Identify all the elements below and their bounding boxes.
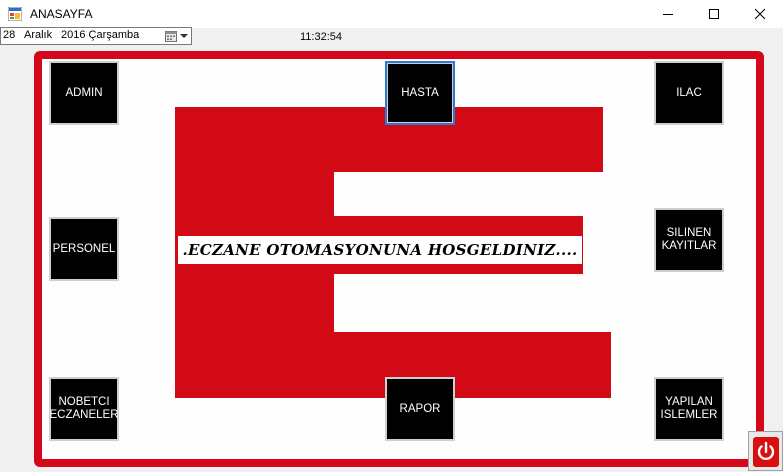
app-form-icon	[8, 7, 22, 21]
date-month: Aralık	[24, 29, 53, 41]
yapilan-islemler-button[interactable]: YAPILAN ISLEMLER	[654, 377, 724, 441]
maximize-button[interactable]	[691, 0, 737, 28]
title-bar: ANASAYFA	[0, 0, 783, 28]
exit-button[interactable]	[748, 431, 783, 471]
maximize-icon	[709, 9, 719, 19]
welcome-message: .ECZANE OTOMASYONUNA HOSGELDINIZ....	[178, 236, 582, 264]
close-button[interactable]	[737, 0, 783, 28]
rapor-button[interactable]: RAPOR	[385, 377, 455, 441]
power-icon	[757, 441, 775, 461]
admin-button[interactable]: ADMIN	[49, 61, 119, 125]
personel-button[interactable]: PERSONEL	[49, 217, 119, 281]
hasta-button[interactable]: HASTA	[385, 61, 455, 125]
exit-button-face	[753, 437, 779, 467]
close-icon	[754, 8, 766, 20]
window-title: ANASAYFA	[30, 7, 93, 21]
silinen-kayitlar-button[interactable]: SILINEN KAYITLAR	[654, 208, 724, 272]
calendar-icon	[165, 31, 177, 42]
date-year-weekday: 2016 Çarşamba	[61, 29, 140, 41]
date-day: 28	[3, 29, 16, 41]
clock-label: 11:32:54	[300, 31, 343, 43]
chevron-down-icon	[180, 34, 188, 38]
minimize-icon	[663, 14, 673, 15]
minimize-button[interactable]	[645, 0, 691, 28]
nobetci-eczaneler-button[interactable]: NOBETCI ECZANELER	[49, 377, 119, 441]
date-picker[interactable]: 28 Aralık 2016 Çarşamba	[0, 27, 192, 45]
ilac-button[interactable]: ILAC	[654, 61, 724, 125]
